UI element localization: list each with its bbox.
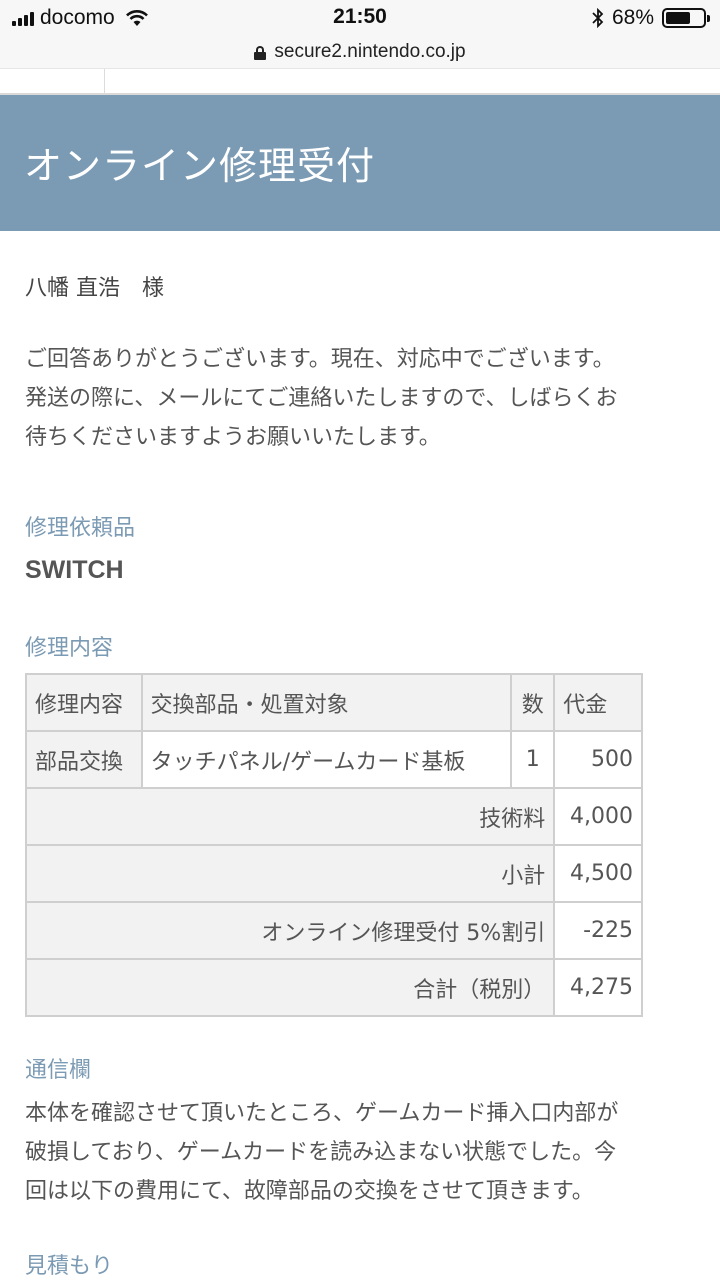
battery-fill <box>666 12 691 24</box>
repair-item-value: SWITCH <box>25 556 124 584</box>
repair-qty-cell: 1 <box>510 730 556 789</box>
communication-line: 破損しており、ゲームカードを読み込まない状態でした。今 <box>25 1140 617 1165</box>
estimate-label: 見積もり <box>25 1254 114 1279</box>
page-title: オンライン修理受付 <box>24 144 376 188</box>
status-bar: docomo 21:50 68% <box>0 0 720 36</box>
column-header: 代金 <box>553 673 643 732</box>
status-message: ご回答ありがとうございます。現在、対応中でございます。 発送の際に、メールにてご… <box>25 340 705 457</box>
summary-row: 技術料 4,000 <box>24 787 643 846</box>
bluetooth-icon <box>592 8 604 28</box>
summary-value: 4,500 <box>553 844 643 903</box>
repair-item-label: 修理依頼品 <box>25 516 136 541</box>
summary-row: 小計 4,500 <box>24 844 643 903</box>
summary-value: 4,275 <box>553 958 643 1017</box>
battery-icon <box>662 8 710 28</box>
communication-label: 通信欄 <box>25 1058 92 1083</box>
url-bar[interactable]: secure2.nintendo.co.jp <box>0 36 720 68</box>
battery-percent: 68% <box>611 6 654 29</box>
status-right: 68% <box>592 6 710 30</box>
message-line: ご回答ありがとうございます。現在、対応中でございます。 <box>25 347 615 372</box>
customer-name: 八幡 直浩 様 <box>25 276 164 301</box>
column-header: 修理内容 <box>25 673 143 732</box>
summary-value: -225 <box>553 901 643 960</box>
summary-label: 合計（税別） <box>24 958 556 1017</box>
page-header-banner: オンライン修理受付 <box>0 95 720 231</box>
url-text[interactable]: secure2.nintendo.co.jp <box>274 41 465 63</box>
column-header: 数 <box>510 673 556 732</box>
summary-label: 技術料 <box>24 787 556 846</box>
repair-part-cell: タッチパネル/ゲームカード基板 <box>140 730 513 789</box>
site-nav-strip <box>0 68 720 95</box>
communication-line: 回は以下の費用にて、故障部品の交換をさせて頂きます。 <box>25 1179 594 1204</box>
repair-details-label: 修理内容 <box>25 636 114 661</box>
table-row: 部品交換 タッチパネル/ゲームカード基板 1 500 <box>25 730 643 789</box>
summary-row: 合計（税別） 4,275 <box>24 958 643 1017</box>
message-line: 発送の際に、メールにてご連絡いたしますので、しばらくお <box>25 386 618 411</box>
lock-icon <box>254 46 267 60</box>
summary-row: オンライン修理受付 5%割引 -225 <box>24 901 643 960</box>
column-header: 交換部品・処置対象 <box>140 673 513 732</box>
summary-label: 小計 <box>24 844 556 903</box>
communication-line: 本体を確認させて頂いたところ、ゲームカード挿入口内部が <box>25 1101 619 1126</box>
communication-text: 本体を確認させて頂いたところ、ゲームカード挿入口内部が 破損しており、ゲームカー… <box>25 1094 705 1211</box>
repair-price-cell: 500 <box>553 730 643 789</box>
nav-divider <box>104 69 105 94</box>
repair-type-cell: 部品交換 <box>25 730 143 789</box>
summary-label: オンライン修理受付 5%割引 <box>24 901 556 960</box>
message-line: 待ちくださいますようお願いいたします。 <box>25 425 441 450</box>
summary-value: 4,000 <box>553 787 643 846</box>
table-header-row: 修理内容 交換部品・処置対象 数 代金 <box>25 673 643 732</box>
repair-details-table: 修理内容 交換部品・処置対象 数 代金 部品交換 タッチパネル/ゲームカード基板… <box>24 673 643 1017</box>
